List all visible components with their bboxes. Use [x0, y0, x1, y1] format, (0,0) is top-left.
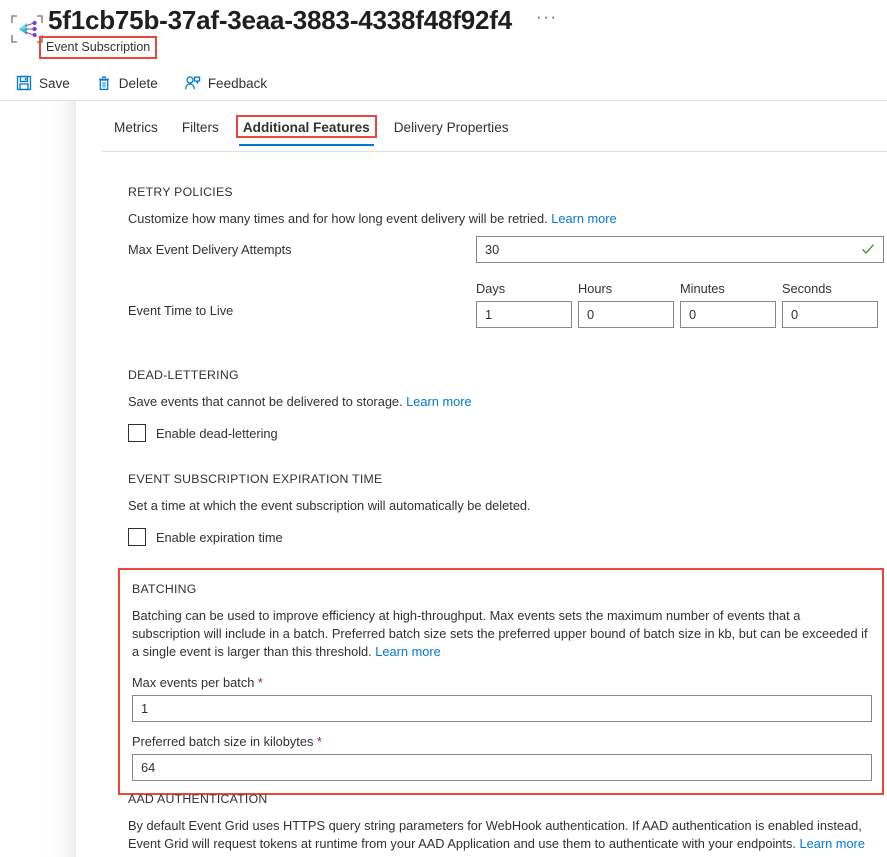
tab-metrics[interactable]: Metrics [102, 118, 170, 146]
retry-policies-description-text: Customize how many times and for how lon… [128, 211, 548, 226]
dead-lettering-section: DEAD-LETTERING Save events that cannot b… [128, 368, 884, 442]
ttl-seconds-caption: Seconds [782, 281, 832, 296]
tab-bar-underline [102, 151, 887, 152]
dead-lettering-learn-more-link[interactable]: Learn more [406, 394, 471, 409]
delete-button[interactable]: Delete [94, 73, 160, 93]
retry-policies-section: RETRY POLICIES Customize how many times … [128, 185, 884, 345]
preferred-batch-size-required-marker: * [316, 734, 322, 749]
aad-authentication-description: By default Event Grid uses HTTPS query s… [128, 817, 884, 853]
preferred-batch-size-label: Preferred batch size in kilobytes * [132, 734, 872, 749]
dead-lettering-description-text: Save events that cannot be delivered to … [128, 394, 403, 409]
ttl-seconds-input[interactable] [782, 301, 878, 328]
max-event-delivery-attempts-input[interactable] [476, 236, 884, 263]
retry-policies-title: RETRY POLICIES [128, 185, 233, 199]
preferred-batch-size-input[interactable] [132, 754, 872, 781]
ttl-seconds-field: Seconds [782, 281, 878, 328]
enable-dead-lettering-checkbox-row[interactable]: Enable dead-lettering [128, 424, 884, 442]
tab-bar: Metrics Filters Additional Features Deli… [102, 115, 521, 146]
batching-description: Batching can be used to improve efficien… [132, 607, 872, 661]
aad-authentication-learn-more-link[interactable]: Learn more [800, 836, 865, 851]
save-button[interactable]: Save [14, 73, 72, 93]
aad-authentication-description-text: By default Event Grid uses HTTPS query s… [128, 818, 862, 851]
ttl-days-caption: Days [476, 281, 506, 296]
max-events-per-batch-input[interactable] [132, 695, 872, 722]
trash-icon [96, 75, 112, 91]
tab-delivery-properties-label: Delivery Properties [393, 120, 509, 135]
blade-left-gutter [0, 100, 76, 857]
ttl-hours-input[interactable] [578, 301, 674, 328]
feedback-button[interactable]: Feedback [182, 73, 269, 93]
feedback-button-label: Feedback [207, 75, 268, 91]
dead-lettering-title: DEAD-LETTERING [128, 368, 239, 382]
max-event-delivery-attempts-field [476, 236, 884, 263]
expiration-time-title: EVENT SUBSCRIPTION EXPIRATION TIME [128, 472, 383, 486]
command-bar-divider [0, 100, 887, 101]
enable-dead-lettering-label: Enable dead-lettering [156, 425, 278, 441]
max-event-delivery-attempts-row: Max Event Delivery Attempts [128, 236, 884, 263]
azure-portal-blade: 5f1cb75b-37af-3eaa-3883-4338f48f92f4 ···… [0, 0, 887, 857]
title-row: 5f1cb75b-37af-3eaa-3883-4338f48f92f4 ··· [48, 4, 561, 36]
batching-section: BATCHING Batching can be used to improve… [118, 568, 884, 795]
blade-header: 5f1cb75b-37af-3eaa-3883-4338f48f92f4 ···… [0, 0, 887, 62]
enable-expiration-time-checkbox-row[interactable]: Enable expiration time [128, 528, 884, 546]
event-time-to-live-label: Event Time to Live [128, 303, 234, 318]
more-menu-button[interactable]: ··· [532, 8, 561, 32]
batching-title: BATCHING [132, 582, 197, 596]
ttl-hours-field: Hours [578, 281, 674, 328]
max-events-per-batch-label: Max events per batch * [132, 675, 872, 690]
tab-additional-features[interactable]: Additional Features [231, 115, 382, 146]
retry-policies-learn-more-link[interactable]: Learn more [551, 211, 616, 226]
expiration-time-description: Set a time at which the event subscripti… [128, 498, 531, 513]
expiration-time-section: EVENT SUBSCRIPTION EXPIRATION TIME Set a… [128, 472, 884, 546]
aad-authentication-title: AAD AUTHENTICATION [128, 792, 268, 806]
page-title: 5f1cb75b-37af-3eaa-3883-4338f48f92f4 [48, 5, 512, 35]
max-events-per-batch-required-marker: * [257, 675, 263, 690]
preferred-batch-size-label-text: Preferred batch size in kilobytes [132, 734, 314, 749]
ttl-days-input[interactable] [476, 301, 572, 328]
command-bar: Save Delete Feedback [0, 66, 269, 100]
dead-lettering-description: Save events that cannot be delivered to … [128, 393, 884, 411]
tab-additional-features-label: Additional Features [242, 120, 370, 135]
ttl-days-field: Days [476, 281, 572, 328]
blade-left-divider [75, 100, 76, 857]
enable-expiration-time-checkbox[interactable] [128, 528, 146, 546]
batching-learn-more-link[interactable]: Learn more [375, 644, 440, 659]
tab-delivery-properties[interactable]: Delivery Properties [382, 118, 521, 146]
resource-type-subtitle-highlight: Event Subscription [39, 36, 158, 59]
retry-policies-description: Customize how many times and for how lon… [128, 210, 884, 228]
feedback-person-icon [184, 75, 201, 91]
tab-filters[interactable]: Filters [170, 118, 231, 146]
batching-description-text: Batching can be used to improve efficien… [132, 608, 868, 659]
max-event-delivery-attempts-label: Max Event Delivery Attempts [128, 242, 292, 257]
enable-dead-lettering-checkbox[interactable] [128, 424, 146, 442]
save-icon [16, 75, 32, 91]
delete-button-label: Delete [118, 75, 158, 91]
resource-type-subtitle: Event Subscription [46, 40, 151, 54]
ttl-minutes-caption: Minutes [680, 281, 725, 296]
ttl-minutes-field: Minutes [680, 281, 776, 328]
aad-authentication-section: AAD AUTHENTICATION By default Event Grid… [128, 792, 884, 853]
max-events-per-batch-label-text: Max events per batch [132, 675, 255, 690]
tab-metrics-label: Metrics [114, 120, 158, 135]
ttl-minutes-input[interactable] [680, 301, 776, 328]
event-time-to-live-fields: Days Hours Minutes Seconds [476, 281, 878, 328]
ttl-hours-caption: Hours [578, 281, 613, 296]
tab-filters-label: Filters [181, 120, 219, 135]
save-button-label: Save [39, 75, 70, 91]
enable-expiration-time-label: Enable expiration time [156, 529, 283, 545]
